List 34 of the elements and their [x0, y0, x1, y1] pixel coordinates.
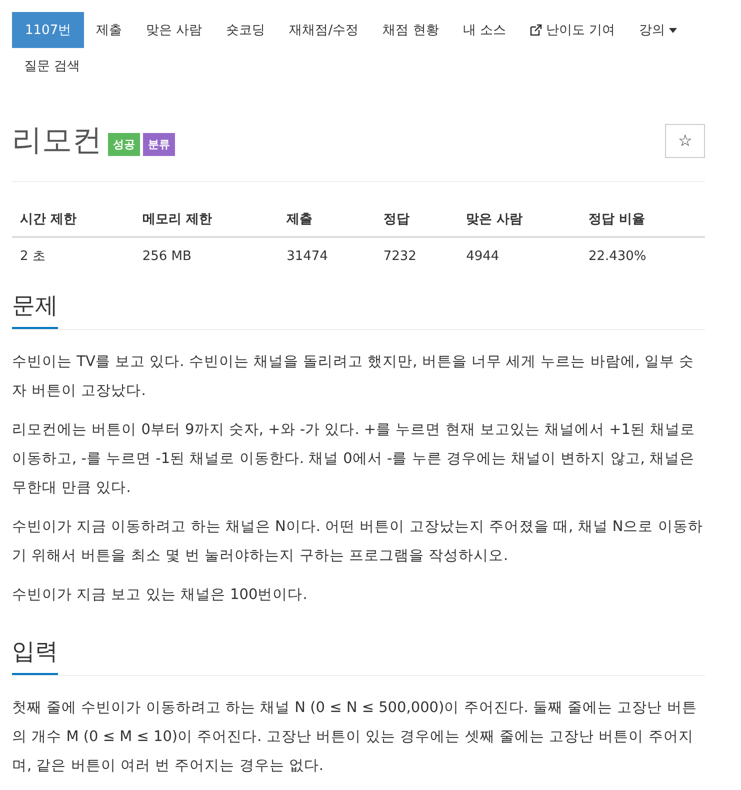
nav-tab[interactable]: 질문 검색 — [12, 48, 92, 84]
section-heading: 문제 — [12, 290, 58, 329]
star-button[interactable]: ☆ — [665, 124, 705, 158]
nav-tab[interactable]: 난이도 기여 — [518, 12, 628, 48]
table-cell: 256 MB — [134, 237, 279, 274]
nav-tab[interactable]: 숏코딩 — [214, 12, 278, 48]
paragraph: 수빈이가 지금 이동하려고 하는 채널은 N이다. 어떤 버튼이 고장났는지 주어졌을 때, 채널 N으로 이동하기 위해서 버튼을 최소 몇 번 눌러야하는지 구하는 프로그램을 작성하시오. — [12, 518, 704, 566]
column-header: 정답 비율 — [580, 202, 705, 237]
column-header: 시간 제한 — [12, 202, 134, 237]
paragraph: 첫째 줄에 수빈이가 이동하려고 하는 채널 N (0 ≤ N ≤ 500,000)이 주어진다. 둘째 줄에는 고장난 버튼의 개수 M (0 ≤ M ≤ 10)이 주어진다. 고장난 버튼이 있는 경우에는 셋째 줄에는 고장난 버튼이 주어지며, 같은 버튼이 여러 번 주어지는 경우는 없다. — [12, 699, 698, 776]
section-heading: 입력 — [12, 636, 58, 675]
nav-tab[interactable]: 채점 현황 — [370, 12, 451, 48]
table-cell: 4944 — [458, 237, 580, 274]
column-header: 정답 — [375, 202, 458, 237]
table-cell: 31474 — [278, 237, 376, 274]
nav-tab[interactable]: 1107번 — [12, 12, 84, 48]
table-cell: 7232 — [375, 237, 458, 274]
table-cell: 2 초 — [12, 237, 134, 274]
column-header: 메모리 제한 — [134, 202, 279, 237]
label-tag[interactable]: 분류 — [143, 133, 175, 156]
column-header: 맞은 사람 — [458, 202, 580, 237]
nav-tab[interactable]: 제출 — [84, 12, 134, 48]
problem-title: 리모컨 — [12, 122, 102, 160]
nav-tab[interactable]: 재채점/수정 — [277, 12, 371, 48]
paragraph: 리모컨에는 버튼이 0부터 9까지 숫자, +와 -가 있다. +를 누르면 현재 보고있는 채널에서 +1된 채널로 이동하고, -를 누르면 -1된 채널로 이동한다. 채널 0에서 -를 누른 경우에는 채널이 변하지 않고, 채널은 무한대 만큼 있다. — [12, 421, 696, 498]
caret-icon — [669, 28, 678, 32]
nav-tab[interactable]: 강의 — [627, 12, 690, 48]
column-header: 제출 — [278, 202, 376, 237]
nav-tab[interactable]: 맞은 사람 — [134, 12, 214, 48]
paragraph: 수빈이는 TV를 보고 있다. 수빈이는 채널을 돌리려고 했지만, 버튼을 너무 세게 누르는 바람에, 일부 숫자 버튼이 고장났다. — [12, 353, 696, 401]
paragraph: 수빈이가 지금 보고 있는 채널은 100번이다. — [12, 586, 308, 605]
external-link-icon — [530, 24, 542, 36]
nav-tab[interactable]: 내 소스 — [450, 12, 518, 48]
table-cell: 22.430% — [580, 237, 705, 274]
